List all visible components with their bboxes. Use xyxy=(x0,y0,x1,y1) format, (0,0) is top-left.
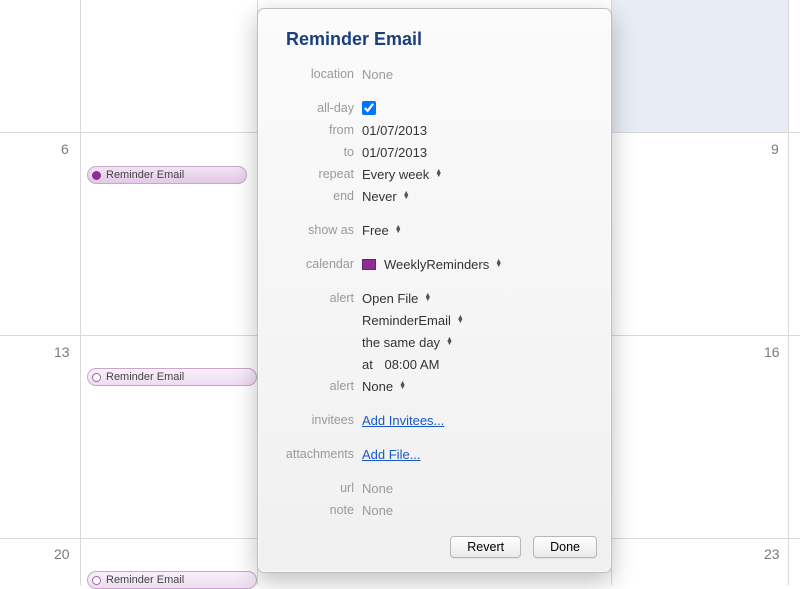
end-value: Never xyxy=(362,189,397,204)
note-label: note xyxy=(268,503,362,517)
from-date[interactable]: 01/07/2013 xyxy=(362,123,427,138)
showas-label: show as xyxy=(268,223,362,237)
location-value[interactable]: None xyxy=(362,67,393,82)
event-title: Reminder Email xyxy=(106,574,184,586)
calendar-event[interactable]: Reminder Email xyxy=(87,571,257,589)
day-number: 13 xyxy=(54,344,70,360)
event-title: Reminder Email xyxy=(106,371,184,383)
at-label: at xyxy=(362,357,373,372)
to-date[interactable]: 01/07/2013 xyxy=(362,145,427,160)
alert-when-value: the same day xyxy=(362,335,440,350)
url-label: url xyxy=(268,481,362,495)
event-dot-icon xyxy=(92,373,101,382)
alert-file-select[interactable]: ReminderEmail xyxy=(362,313,464,328)
day-number: 6 xyxy=(61,141,69,157)
day-number: 16 xyxy=(764,344,780,360)
stepper-icon xyxy=(446,338,453,346)
event-dot-icon xyxy=(92,576,101,585)
day-number: 20 xyxy=(54,546,70,562)
alert2-value: None xyxy=(362,379,393,394)
calendar-event[interactable]: Reminder Email xyxy=(87,368,257,386)
end-select[interactable]: Never xyxy=(362,189,410,204)
showas-select[interactable]: Free xyxy=(362,223,402,238)
alert2-select[interactable]: None xyxy=(362,379,406,394)
today-column-highlight xyxy=(611,0,788,132)
day-number: 9 xyxy=(771,141,779,157)
add-file-link[interactable]: Add File... xyxy=(362,447,421,462)
end-label: end xyxy=(268,189,362,203)
alert2-label: alert xyxy=(268,379,362,393)
alert-type-select[interactable]: Open File xyxy=(362,291,431,306)
note-value[interactable]: None xyxy=(362,503,393,518)
revert-button[interactable]: Revert xyxy=(450,536,521,558)
url-value[interactable]: None xyxy=(362,481,393,496)
stepper-icon xyxy=(403,192,410,200)
alert-when-select[interactable]: the same day xyxy=(362,335,453,350)
attachments-label: attachments xyxy=(268,447,362,461)
to-label: to xyxy=(268,145,362,159)
done-button[interactable]: Done xyxy=(533,536,597,558)
day-number: 23 xyxy=(764,546,780,562)
calendar-name: WeeklyReminders xyxy=(384,257,489,272)
add-invitees-link[interactable]: Add Invitees... xyxy=(362,413,444,428)
stepper-icon xyxy=(399,382,406,390)
stepper-icon xyxy=(495,260,502,268)
stepper-icon xyxy=(395,226,402,234)
alert-time-value[interactable]: 08:00 AM xyxy=(384,357,439,372)
calendar-label: calendar xyxy=(268,257,362,271)
grid-line xyxy=(80,0,81,585)
repeat-value: Every week xyxy=(362,167,429,182)
stepper-icon xyxy=(457,316,464,324)
calendar-select[interactable]: WeeklyReminders xyxy=(362,257,502,272)
event-title[interactable]: Reminder Email xyxy=(286,29,601,50)
calendar-color-swatch xyxy=(362,259,376,270)
alert-type-value: Open File xyxy=(362,291,418,306)
from-label: from xyxy=(268,123,362,137)
alert-time-row: at 08:00 AM xyxy=(362,357,439,372)
alert-file-value: ReminderEmail xyxy=(362,313,451,328)
event-dot-icon xyxy=(92,171,101,180)
button-bar: Revert Done xyxy=(450,536,597,558)
calendar-event[interactable]: Reminder Email xyxy=(87,166,247,184)
stepper-icon xyxy=(424,294,431,302)
event-editor-popover: Reminder Email location None all-day fro… xyxy=(257,8,612,573)
invitees-label: invitees xyxy=(268,413,362,427)
repeat-select[interactable]: Every week xyxy=(362,167,442,182)
alert-label: alert xyxy=(268,291,362,305)
allday-checkbox[interactable] xyxy=(362,101,376,115)
event-title: Reminder Email xyxy=(106,169,184,181)
location-label: location xyxy=(268,67,362,81)
stepper-icon xyxy=(435,170,442,178)
showas-value: Free xyxy=(362,223,389,238)
allday-label: all-day xyxy=(268,101,362,115)
repeat-label: repeat xyxy=(268,167,362,181)
grid-line xyxy=(788,0,789,585)
